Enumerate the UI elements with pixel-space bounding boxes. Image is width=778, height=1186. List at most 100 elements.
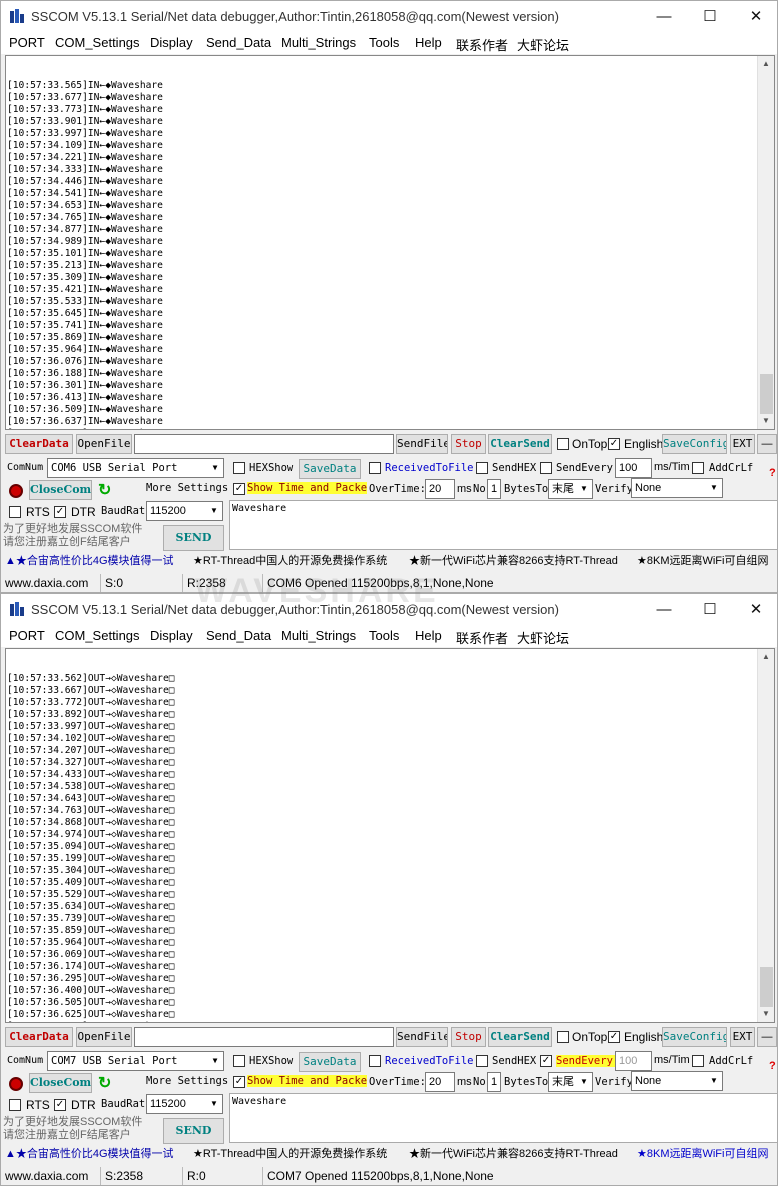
baud-select[interactable]: 115200 ▼: [146, 1094, 223, 1114]
send-every-checkbox[interactable]: [540, 462, 552, 474]
stop-button[interactable]: Stop: [451, 1027, 486, 1047]
send-text-area[interactable]: Waveshare: [229, 500, 777, 550]
collapse-button[interactable]: —: [757, 1027, 777, 1047]
menu-item[interactable]: Multi_Strings: [281, 35, 356, 50]
send-every-checkbox[interactable]: ✓: [540, 1055, 552, 1067]
hex-show-checkbox[interactable]: [233, 462, 245, 474]
dropdown-arrow-icon[interactable]: ▼: [206, 1095, 222, 1113]
dtr-checkbox[interactable]: ✓: [54, 506, 66, 518]
no-input[interactable]: 1: [487, 479, 501, 499]
status-site[interactable]: www.daxia.com: [3, 1167, 101, 1185]
save-data-button[interactable]: SaveData: [299, 459, 361, 479]
open-file-button[interactable]: OpenFile: [76, 434, 132, 454]
port-select[interactable]: COM7 USB Serial Port ▼: [47, 1051, 224, 1071]
menu-item[interactable]: 联系作者: [456, 628, 508, 647]
dtr-checkbox[interactable]: ✓: [54, 1099, 66, 1111]
send-text-area[interactable]: Waveshare: [229, 1093, 777, 1143]
menu-item[interactable]: 大虾论坛: [517, 628, 569, 647]
scroll-up-icon[interactable]: ▲: [758, 649, 774, 665]
help-icon[interactable]: ?: [769, 1060, 776, 1072]
send-button[interactable]: SEND: [163, 1118, 224, 1144]
save-data-button[interactable]: SaveData: [299, 1052, 361, 1072]
clear-send-button[interactable]: ClearSend: [488, 1027, 552, 1047]
received-to-file-checkbox[interactable]: [369, 462, 381, 474]
maximize-icon[interactable]: ☐: [687, 594, 733, 625]
scroll-thumb[interactable]: [760, 967, 773, 1007]
ad-link[interactable]: ★RT-Thread中国人的开源免费操作系统: [193, 552, 387, 570]
clear-send-button[interactable]: ClearSend: [488, 434, 552, 454]
collapse-button[interactable]: —: [757, 434, 777, 454]
dropdown-arrow-icon[interactable]: ▼: [576, 1073, 592, 1091]
dropdown-arrow-icon[interactable]: ▼: [706, 1072, 722, 1090]
bytes-to-select[interactable]: 末尾 ▼: [548, 479, 593, 499]
send-file-button[interactable]: SendFile: [396, 1027, 448, 1047]
menu-item[interactable]: Send_Data: [206, 35, 271, 50]
add-crlf-checkbox[interactable]: [692, 1055, 704, 1067]
show-time-checkbox[interactable]: ✓: [233, 483, 245, 495]
status-site[interactable]: www.daxia.com: [3, 574, 101, 592]
ad-link[interactable]: ▲★合宙高性价比4G模块值得一试: [5, 552, 174, 570]
ad-link[interactable]: ★8KM远距离WiFi可自组网: [637, 552, 768, 570]
close-icon[interactable]: ✕: [733, 594, 777, 625]
english-checkbox[interactable]: ✓: [608, 1031, 620, 1043]
file-path-input[interactable]: [134, 434, 394, 454]
menu-item[interactable]: Multi_Strings: [281, 628, 356, 643]
bytes-to-select[interactable]: 末尾 ▼: [548, 1072, 593, 1092]
more-settings-label[interactable]: More Settings: [146, 1075, 228, 1087]
scroll-up-icon[interactable]: ▲: [758, 56, 774, 72]
port-select[interactable]: COM6 USB Serial Port ▼: [47, 458, 224, 478]
menu-item[interactable]: Send_Data: [206, 628, 271, 643]
verify-select[interactable]: None ▼: [631, 1071, 723, 1091]
clear-data-button[interactable]: ClearData: [5, 1027, 73, 1047]
baud-select[interactable]: 115200 ▼: [146, 501, 223, 521]
dropdown-arrow-icon[interactable]: ▼: [576, 480, 592, 498]
menu-item[interactable]: COM_Settings: [55, 35, 140, 50]
no-input[interactable]: 1: [487, 1072, 501, 1092]
minimize-icon[interactable]: —: [641, 594, 687, 625]
send-button[interactable]: SEND: [163, 525, 224, 551]
clear-data-button[interactable]: ClearData: [5, 434, 73, 454]
send-every-input[interactable]: 100: [615, 458, 652, 478]
stop-button[interactable]: Stop: [451, 434, 486, 454]
menu-item[interactable]: 联系作者: [456, 35, 508, 54]
rts-checkbox[interactable]: [9, 506, 21, 518]
close-com-button[interactable]: CloseCom: [29, 1073, 92, 1093]
english-checkbox[interactable]: ✓: [608, 438, 620, 450]
dropdown-arrow-icon[interactable]: ▼: [207, 1052, 223, 1070]
menu-item[interactable]: Tools: [369, 628, 399, 643]
minimize-icon[interactable]: —: [641, 1, 687, 32]
save-config-button[interactable]: SaveConfig: [662, 1027, 727, 1047]
menu-item[interactable]: COM_Settings: [55, 628, 140, 643]
dropdown-arrow-icon[interactable]: ▼: [206, 502, 222, 520]
received-to-file-checkbox[interactable]: [369, 1055, 381, 1067]
vertical-scrollbar[interactable]: ▲ ▼: [757, 56, 774, 429]
close-com-button[interactable]: CloseCom: [29, 480, 92, 500]
ext-button[interactable]: EXT: [730, 1027, 755, 1047]
ad-link[interactable]: ★8KM远距离WiFi可自组网: [637, 1145, 768, 1163]
menu-item[interactable]: 大虾论坛: [517, 35, 569, 54]
refresh-icon[interactable]: ↻: [98, 480, 111, 500]
ext-button[interactable]: EXT: [730, 434, 755, 454]
receive-area[interactable]: [10:57:33.562]OUT→◇Waveshare□ [10:57:33.6…: [5, 648, 775, 1023]
file-path-input[interactable]: [134, 1027, 394, 1047]
dropdown-arrow-icon[interactable]: ▼: [207, 459, 223, 477]
send-every-input[interactable]: 100: [615, 1051, 652, 1071]
ad-link[interactable]: ★新一代WiFi芯片兼容8266支持RT-Thread: [409, 1145, 618, 1163]
rts-checkbox[interactable]: [9, 1099, 21, 1111]
receive-area[interactable]: [10:57:33.565]IN←◆Waveshare [10:57:33.677…: [5, 55, 775, 430]
hex-show-checkbox[interactable]: [233, 1055, 245, 1067]
overtime-input[interactable]: 20: [425, 1072, 455, 1092]
verify-select[interactable]: None ▼: [631, 478, 723, 498]
ad-link[interactable]: ★RT-Thread中国人的开源免费操作系统: [193, 1145, 387, 1163]
send-hex-checkbox[interactable]: [476, 462, 488, 474]
open-file-button[interactable]: OpenFile: [76, 1027, 132, 1047]
more-settings-label[interactable]: More Settings: [146, 482, 228, 494]
on-top-checkbox[interactable]: [557, 1031, 569, 1043]
ad-link[interactable]: ★新一代WiFi芯片兼容8266支持RT-Thread: [409, 552, 618, 570]
menu-item[interactable]: PORT: [9, 628, 45, 643]
help-icon[interactable]: ?: [769, 467, 776, 479]
overtime-input[interactable]: 20: [425, 479, 455, 499]
menu-item[interactable]: Display: [150, 35, 193, 50]
vertical-scrollbar[interactable]: ▲ ▼: [757, 649, 774, 1022]
dropdown-arrow-icon[interactable]: ▼: [706, 479, 722, 497]
